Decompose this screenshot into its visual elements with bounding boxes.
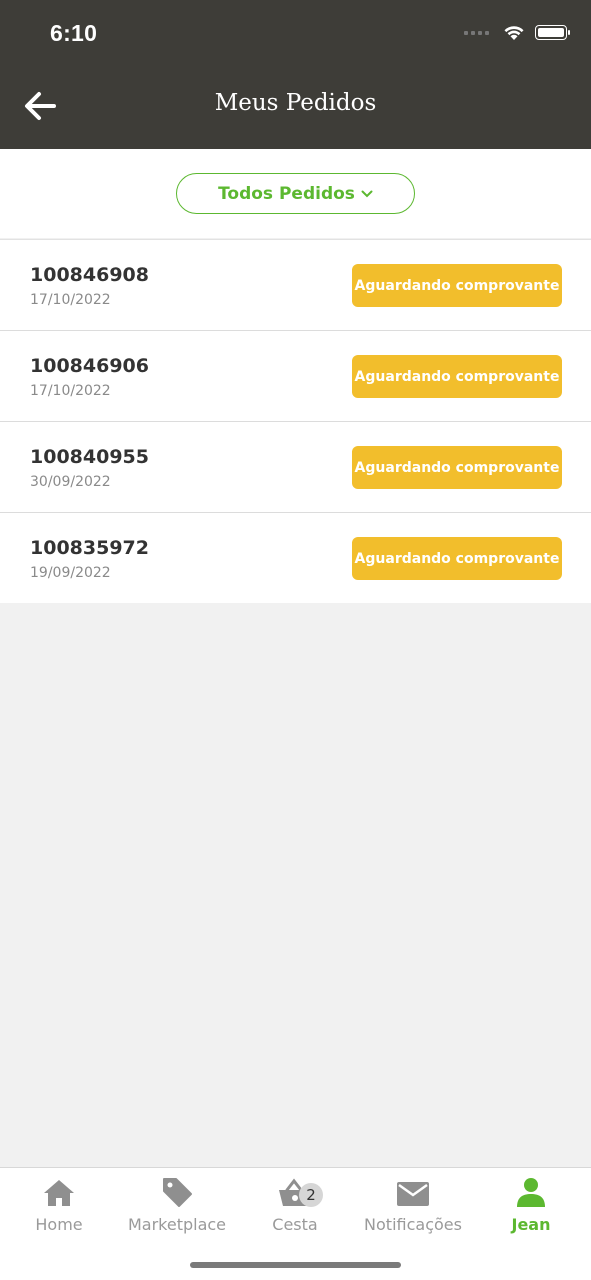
status-time: 6:10 xyxy=(50,20,98,46)
order-number: 100840955 xyxy=(30,446,149,468)
home-indicator[interactable] xyxy=(190,1262,401,1268)
status-indicators xyxy=(464,24,570,41)
nav-item-profile[interactable]: Jean xyxy=(472,1174,590,1238)
orders-list: 100846908 17/10/2022 Aguardando comprova… xyxy=(0,239,591,603)
wifi-icon xyxy=(504,26,524,40)
nav-label: Marketplace xyxy=(127,1215,227,1234)
filter-label: Todos Pedidos xyxy=(218,183,355,204)
filter-bar: Todos Pedidos xyxy=(0,149,591,238)
tag-icon xyxy=(163,1178,192,1207)
app-header: 6:10 Meus Pedidos xyxy=(0,0,591,149)
chevron-down-icon xyxy=(361,190,373,197)
user-icon xyxy=(517,1178,545,1207)
nav-item-home[interactable]: Home xyxy=(0,1174,118,1238)
order-status-badge[interactable]: Aguardando comprovante xyxy=(352,537,562,580)
order-status-badge[interactable]: Aguardando comprovante xyxy=(352,446,562,489)
orders-filter-dropdown[interactable]: Todos Pedidos xyxy=(176,173,415,214)
nav-item-notificacoes[interactable]: Notificações xyxy=(354,1174,472,1238)
signal-icon xyxy=(464,30,489,35)
mail-icon xyxy=(397,1182,429,1206)
battery-icon xyxy=(535,25,570,40)
order-row[interactable]: 100846906 17/10/2022 Aguardando comprova… xyxy=(0,330,591,421)
page-title: Meus Pedidos xyxy=(214,90,377,116)
nav-label: Cesta xyxy=(272,1215,318,1234)
order-number: 100846906 xyxy=(30,355,149,377)
nav-label: Jean xyxy=(511,1215,551,1234)
nav-item-marketplace[interactable]: Marketplace xyxy=(118,1174,236,1238)
home-icon xyxy=(44,1180,74,1206)
nav-label: Home xyxy=(35,1215,83,1234)
order-status-badge[interactable]: Aguardando comprovante xyxy=(352,355,562,398)
order-number: 100835972 xyxy=(30,537,149,559)
nav-item-cesta[interactable]: 2 Cesta xyxy=(236,1174,354,1238)
order-row[interactable]: 100840955 30/09/2022 Aguardando comprova… xyxy=(0,421,591,512)
order-date: 17/10/2022 xyxy=(30,292,111,308)
order-number: 100846908 xyxy=(30,264,149,286)
order-status-badge[interactable]: Aguardando comprovante xyxy=(352,264,562,307)
order-date: 17/10/2022 xyxy=(30,383,111,399)
order-date: 30/09/2022 xyxy=(30,474,111,490)
cart-count-badge: 2 xyxy=(299,1183,323,1207)
order-date: 19/09/2022 xyxy=(30,565,111,581)
order-row[interactable]: 100846908 17/10/2022 Aguardando comprova… xyxy=(0,239,591,330)
order-row[interactable]: 100835972 19/09/2022 Aguardando comprova… xyxy=(0,512,591,603)
nav-label: Notificações xyxy=(364,1215,462,1234)
